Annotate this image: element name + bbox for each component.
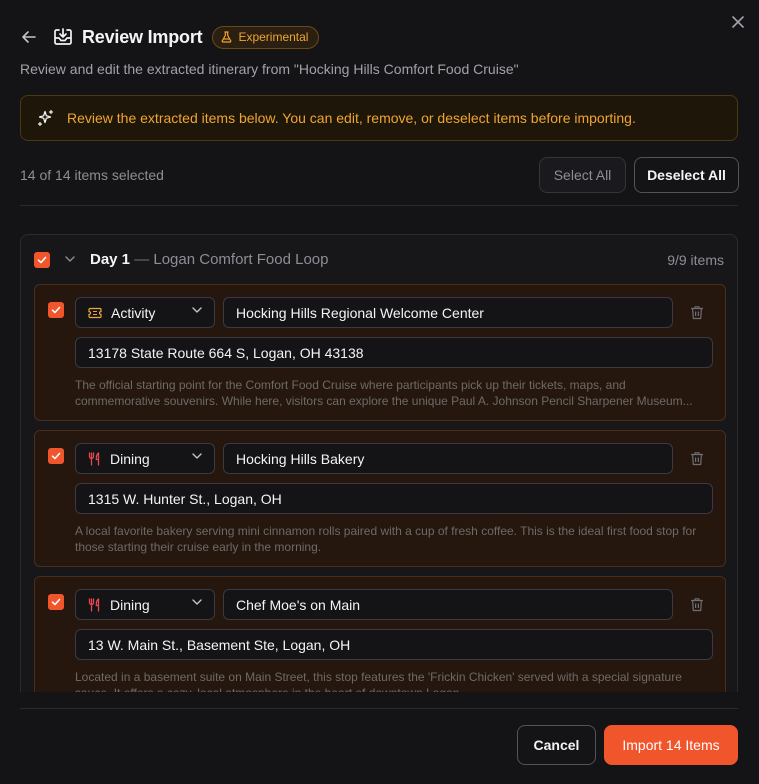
deselect-all-button[interactable]: Deselect All bbox=[634, 157, 739, 193]
check-icon bbox=[51, 452, 61, 460]
item-address-input[interactable] bbox=[75, 483, 713, 514]
item-checkbox[interactable] bbox=[48, 302, 64, 318]
item-address-input[interactable] bbox=[75, 337, 713, 368]
badge-label: Experimental bbox=[238, 30, 309, 44]
dialog-subtitle: Review and edit the extracted itinerary … bbox=[20, 61, 519, 77]
import-button[interactable]: Import 14 Items bbox=[604, 725, 738, 765]
day-item-count: 9/9 items bbox=[667, 252, 724, 268]
utensils-icon bbox=[88, 597, 100, 612]
back-button[interactable] bbox=[20, 28, 38, 46]
item-type-select[interactable]: Dining bbox=[75, 589, 215, 620]
selected-count: 14 of 14 items selected bbox=[20, 167, 164, 183]
day-name: Logan Comfort Food Loop bbox=[153, 251, 329, 268]
day-group: Day 1 — Logan Comfort Food Loop 9/9 item… bbox=[20, 234, 738, 692]
day-collapse-toggle[interactable] bbox=[63, 252, 77, 266]
item-name-input[interactable] bbox=[223, 297, 673, 328]
item-name-input[interactable] bbox=[223, 443, 673, 474]
utensils-icon bbox=[88, 451, 100, 466]
item-name-input[interactable] bbox=[223, 589, 673, 620]
item-address-input[interactable] bbox=[75, 629, 713, 660]
notice-text: Review the extracted items below. You ca… bbox=[67, 110, 636, 126]
item-type-label: Dining bbox=[110, 450, 150, 467]
items-scroll-area[interactable]: Day 1 — Logan Comfort Food Loop 9/9 item… bbox=[20, 234, 738, 692]
divider bbox=[20, 708, 738, 709]
chevron-down-icon bbox=[192, 453, 202, 459]
itinerary-item: Dining Located in a basement suite on Ma… bbox=[34, 576, 726, 692]
item-description: The official starting point for the Comf… bbox=[75, 378, 693, 408]
review-notice: Review the extracted items below. You ca… bbox=[20, 95, 738, 141]
item-type-select[interactable]: Dining bbox=[75, 443, 215, 474]
check-icon bbox=[51, 598, 61, 606]
item-checkbox[interactable] bbox=[48, 594, 64, 610]
chevron-down-icon bbox=[192, 599, 202, 605]
item-checkbox[interactable] bbox=[48, 448, 64, 464]
arrow-left-icon bbox=[22, 31, 36, 43]
trash-icon bbox=[691, 597, 703, 611]
chevron-down-icon bbox=[192, 307, 202, 313]
experimental-badge: Experimental bbox=[212, 25, 320, 49]
item-description: Located in a basement suite on Main Stre… bbox=[75, 670, 682, 692]
check-icon bbox=[51, 306, 61, 314]
select-all-button[interactable]: Select All bbox=[539, 157, 626, 193]
divider bbox=[20, 205, 738, 206]
dialog-header: Review Import Experimental bbox=[20, 25, 320, 49]
delete-item-button[interactable] bbox=[689, 596, 705, 612]
delete-item-button[interactable] bbox=[689, 450, 705, 466]
cancel-button[interactable]: Cancel bbox=[517, 725, 596, 765]
day-checkbox[interactable] bbox=[34, 252, 50, 268]
item-type-label: Activity bbox=[111, 304, 156, 321]
flask-icon bbox=[222, 31, 232, 43]
check-icon bbox=[37, 256, 47, 264]
chevron-down-icon bbox=[65, 256, 75, 262]
item-description: A local favorite bakery serving mini cin… bbox=[75, 524, 697, 554]
day-separator: — bbox=[134, 251, 150, 268]
itinerary-item: Dining A local favorite bakery serving m… bbox=[34, 430, 726, 567]
day-label: Day 1 bbox=[90, 251, 131, 268]
delete-item-button[interactable] bbox=[689, 304, 705, 320]
trash-icon bbox=[691, 305, 703, 319]
close-icon bbox=[732, 16, 744, 28]
close-button[interactable] bbox=[728, 12, 748, 32]
itinerary-item: Activity The official starting point for… bbox=[34, 284, 726, 421]
ticket-icon bbox=[88, 307, 102, 318]
trash-icon bbox=[691, 451, 703, 465]
dialog-title: Review Import bbox=[82, 26, 203, 47]
import-icon bbox=[52, 26, 74, 48]
sparkles-icon bbox=[37, 109, 54, 127]
day-title: Day 1 — Logan Comfort Food Loop bbox=[90, 251, 329, 268]
item-type-select[interactable]: Activity bbox=[75, 297, 215, 328]
item-type-label: Dining bbox=[110, 596, 150, 613]
